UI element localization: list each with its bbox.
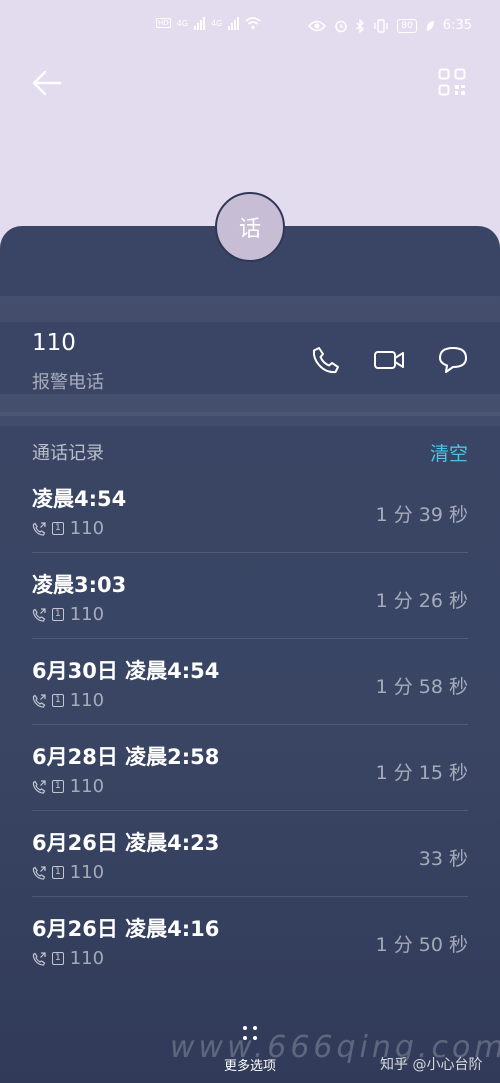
network-type-1: 4G [176, 18, 188, 28]
vibrate-icon [374, 18, 389, 33]
message-icon[interactable] [437, 344, 469, 376]
clock: 6:35 [442, 18, 472, 33]
call-record-row[interactable]: 6月28日 凌晨2:58 1 110 1 分 15 秒 [32, 725, 468, 811]
signal-icon-2 [228, 16, 240, 30]
avatar: 话 [215, 192, 285, 262]
call-history-list: 凌晨4:54 1 110 1 分 39 秒 凌晨3:03 1 110 1 分 2… [32, 467, 468, 983]
alarm-icon [335, 20, 348, 32]
call-time: 凌晨4:54 [32, 487, 127, 511]
qr-code-icon[interactable] [438, 68, 466, 96]
sim-card-icon: 1 [52, 952, 64, 965]
sim-card-icon: 1 [52, 780, 64, 793]
call-number: 110 [69, 690, 105, 711]
call-record-row[interactable]: 6月30日 凌晨4:54 1 110 1 分 58 秒 [32, 639, 468, 725]
call-number: 110 [69, 776, 105, 797]
call-history-title: 通话记录 [32, 443, 104, 464]
call-record-row[interactable]: 凌晨4:54 1 110 1 分 39 秒 [32, 467, 468, 553]
call-duration: 1 分 50 秒 [375, 934, 468, 956]
call-time: 6月26日 凌晨4:23 [32, 831, 220, 855]
signal-icon [193, 16, 205, 30]
sim-card-icon: 1 [52, 522, 64, 535]
phone-call-icon[interactable] [310, 344, 342, 376]
video-call-icon[interactable] [373, 344, 405, 376]
call-time: 凌晨3:03 [32, 573, 127, 597]
outgoing-call-icon [32, 693, 46, 708]
status-bar: HD 4G 4G 80 6:35 [0, 0, 500, 48]
watermark-credit: 知乎 @小心台阶 [380, 1057, 483, 1073]
call-time: 6月26日 凌晨4:16 [32, 917, 220, 941]
battery-icon: 80 [397, 18, 417, 33]
call-duration: 33 秒 [418, 848, 468, 870]
outgoing-call-icon [32, 865, 46, 880]
more-options-label[interactable]: 更多选项 [200, 1055, 300, 1074]
hd-badge: HD [156, 18, 171, 28]
clear-history-button[interactable]: 清空 [430, 439, 468, 466]
contact-number: 110 [32, 330, 76, 356]
call-duration: 1 分 58 秒 [375, 676, 468, 698]
outgoing-call-icon [32, 607, 46, 622]
back-arrow-icon[interactable] [30, 66, 64, 100]
sim-card-icon: 1 [52, 694, 64, 707]
call-number: 110 [69, 518, 105, 539]
wifi-icon [245, 17, 261, 30]
call-number: 110 [69, 604, 105, 625]
network-indicators: HD 4G 4G [156, 16, 261, 30]
bluetooth-icon [356, 18, 365, 33]
call-record-row[interactable]: 凌晨3:03 1 110 1 分 26 秒 [32, 553, 468, 639]
contact-label: 报警电话 [32, 372, 104, 393]
outgoing-call-icon [32, 521, 46, 536]
sim-card-icon: 1 [52, 608, 64, 621]
eye-icon [308, 20, 327, 31]
sim-card-icon: 1 [52, 866, 64, 879]
outgoing-call-icon [32, 779, 46, 794]
call-time: 6月30日 凌晨4:54 [32, 659, 220, 683]
leaf-icon [426, 20, 434, 31]
call-duration: 1 分 15 秒 [375, 762, 468, 784]
call-time: 6月28日 凌晨2:58 [32, 745, 220, 769]
call-duration: 1 分 26 秒 [375, 590, 468, 612]
system-indicators: 80 6:35 [308, 18, 472, 33]
call-record-row[interactable]: 6月26日 凌晨4:23 1 110 33 秒 [32, 811, 468, 897]
network-type-2: 4G [210, 18, 223, 28]
call-number: 110 [69, 862, 105, 883]
call-record-row[interactable]: 6月26日 凌晨4:16 1 110 1 分 50 秒 [32, 897, 468, 983]
call-duration: 1 分 39 秒 [375, 504, 468, 526]
outgoing-call-icon [32, 951, 46, 966]
call-number: 110 [69, 948, 105, 969]
